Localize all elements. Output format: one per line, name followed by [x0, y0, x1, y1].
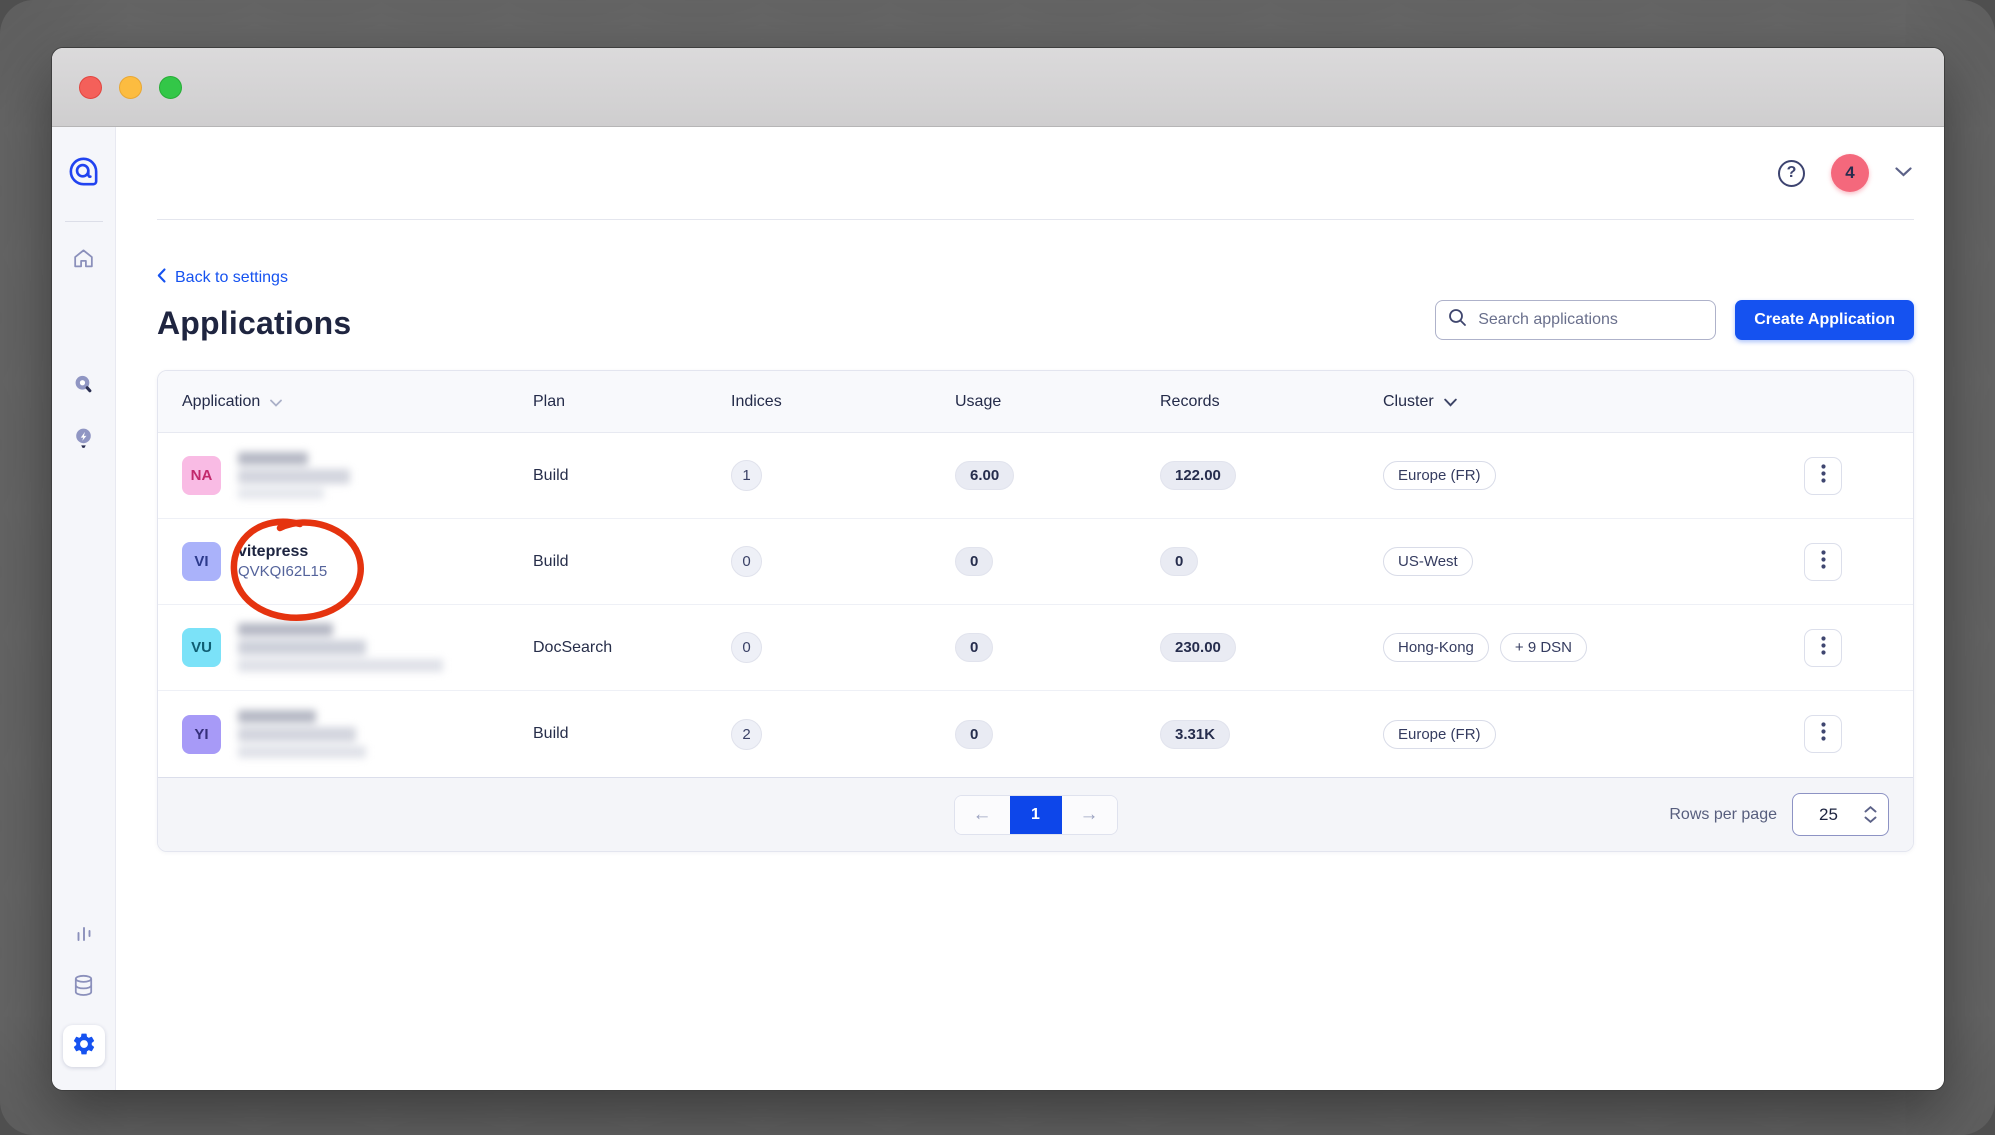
records-badge: 230.00: [1160, 633, 1236, 662]
indices-badge: 2: [731, 719, 762, 750]
plan-value: Build: [533, 553, 569, 571]
rows-per-page-input[interactable]: [1793, 805, 1864, 825]
sort-chevron-icon: [270, 399, 282, 407]
next-page-button[interactable]: →: [1062, 796, 1117, 834]
records-badge: 3.31K: [1160, 720, 1230, 749]
account-menu-toggle[interactable]: [1895, 164, 1912, 182]
user-avatar[interactable]: 4: [1831, 154, 1869, 192]
sidebar-item-home[interactable]: [69, 246, 99, 276]
analytics-icon: [72, 922, 96, 951]
records-badge: 0: [1160, 547, 1198, 576]
kebab-menu-icon: [1821, 636, 1826, 660]
page-title: Applications: [157, 305, 351, 342]
stepper-arrows[interactable]: [1864, 806, 1877, 823]
sidebar: [52, 127, 116, 1091]
cluster-badge: Europe (FR): [1383, 461, 1496, 490]
app-id: QVKQI62L15: [238, 562, 327, 582]
column-header-cluster[interactable]: Cluster: [1359, 393, 1780, 411]
sort-chevron-icon: [1444, 398, 1457, 407]
settings-gear-icon: [71, 1031, 97, 1062]
table-header-row: Application Plan Indices Usage Records C…: [158, 371, 1913, 433]
column-header-records[interactable]: Records: [1136, 393, 1359, 411]
app-window: ? 4: [51, 47, 1945, 1091]
help-glyph: ?: [1787, 164, 1797, 182]
lightbulb-icon: [71, 426, 96, 456]
table-row[interactable]: NA Build 1 6.00 122.00 E: [158, 433, 1913, 519]
row-actions-menu-button[interactable]: [1804, 543, 1842, 581]
redacted-app-name: [238, 710, 366, 758]
redacted-app-name: [238, 452, 350, 499]
column-header-application[interactable]: Application: [158, 393, 509, 411]
sidebar-item-settings[interactable]: [63, 1025, 105, 1067]
search-applications-box: [1435, 300, 1716, 340]
cluster-badge: US-West: [1383, 547, 1473, 576]
kebab-menu-icon: [1821, 464, 1826, 488]
algolia-logo[interactable]: [67, 155, 100, 193]
plan-value: Build: [533, 467, 569, 485]
table-row[interactable]: VU DocSearch 0 0 230.00: [158, 605, 1913, 691]
back-link-label: Back to settings: [175, 269, 288, 287]
cluster-badge: Hong-Kong: [1383, 633, 1489, 662]
database-icon: [71, 973, 96, 1003]
rows-per-page-stepper: [1792, 793, 1889, 836]
applications-table: Application Plan Indices Usage Records C…: [157, 370, 1914, 852]
top-navigation-bar: ? 4: [116, 127, 1944, 219]
search-icon: [1448, 308, 1467, 332]
kebab-menu-icon: [1821, 722, 1826, 746]
help-icon[interactable]: ?: [1778, 160, 1805, 187]
zoom-window-button[interactable]: [159, 76, 182, 99]
minimize-window-button[interactable]: [119, 76, 142, 99]
column-header-usage[interactable]: Usage: [931, 393, 1136, 411]
indices-badge: 0: [731, 546, 762, 577]
row-actions-menu-button[interactable]: [1804, 629, 1842, 667]
close-window-button[interactable]: [79, 76, 102, 99]
app-avatar: VU: [182, 628, 221, 667]
app-avatar: YI: [182, 715, 221, 754]
window-titlebar: [52, 48, 1944, 127]
current-page-button[interactable]: 1: [1010, 796, 1062, 834]
usage-badge: 0: [955, 720, 993, 749]
app-name: vitepress: [238, 541, 327, 563]
sidebar-divider: [65, 221, 103, 222]
kebab-menu-icon: [1821, 550, 1826, 574]
indices-badge: 1: [731, 460, 762, 491]
sidebar-item-data[interactable]: [69, 973, 99, 1003]
back-to-settings-link[interactable]: Back to settings: [157, 268, 288, 288]
table-footer: ← 1 → Rows per page: [158, 777, 1913, 851]
home-icon: [71, 246, 96, 276]
avatar-label: 4: [1845, 163, 1854, 183]
plan-value: Build: [533, 725, 569, 743]
redacted-app-name: [238, 623, 443, 672]
chevron-left-icon: [157, 268, 166, 288]
plan-value: DocSearch: [533, 639, 612, 657]
app-avatar: VI: [182, 542, 221, 581]
chevron-down-icon: [1895, 164, 1912, 182]
search-applications-input[interactable]: [1478, 311, 1703, 329]
row-actions-menu-button[interactable]: [1804, 715, 1842, 753]
search-icon: [71, 372, 96, 402]
cluster-badge: Europe (FR): [1383, 720, 1496, 749]
table-row[interactable]: YI Build 2 0 3.31K Europ: [158, 691, 1913, 777]
sidebar-item-analytics[interactable]: [69, 921, 99, 951]
app-avatar: NA: [182, 456, 221, 495]
usage-badge: 0: [955, 547, 993, 576]
desktop-background: ? 4: [0, 0, 1995, 1135]
records-badge: 122.00: [1160, 461, 1236, 490]
column-header-indices[interactable]: Indices: [707, 393, 931, 411]
usage-badge: 0: [955, 633, 993, 662]
pagination: ← 1 →: [954, 795, 1118, 835]
create-application-button[interactable]: Create Application: [1735, 300, 1914, 340]
table-row[interactable]: VI vitepress QVKQI62L15 Build 0 0 0 US-W…: [158, 519, 1913, 605]
column-header-plan[interactable]: Plan: [509, 393, 707, 411]
rows-per-page-label: Rows per page: [1669, 806, 1777, 824]
indices-badge: 0: [731, 632, 762, 663]
sidebar-item-recommend[interactable]: [69, 426, 99, 456]
previous-page-button[interactable]: ←: [955, 796, 1010, 834]
sidebar-item-search[interactable]: [69, 372, 99, 402]
usage-badge: 6.00: [955, 461, 1014, 490]
dsn-badge: + 9 DSN: [1500, 633, 1587, 662]
row-actions-menu-button[interactable]: [1804, 457, 1842, 495]
